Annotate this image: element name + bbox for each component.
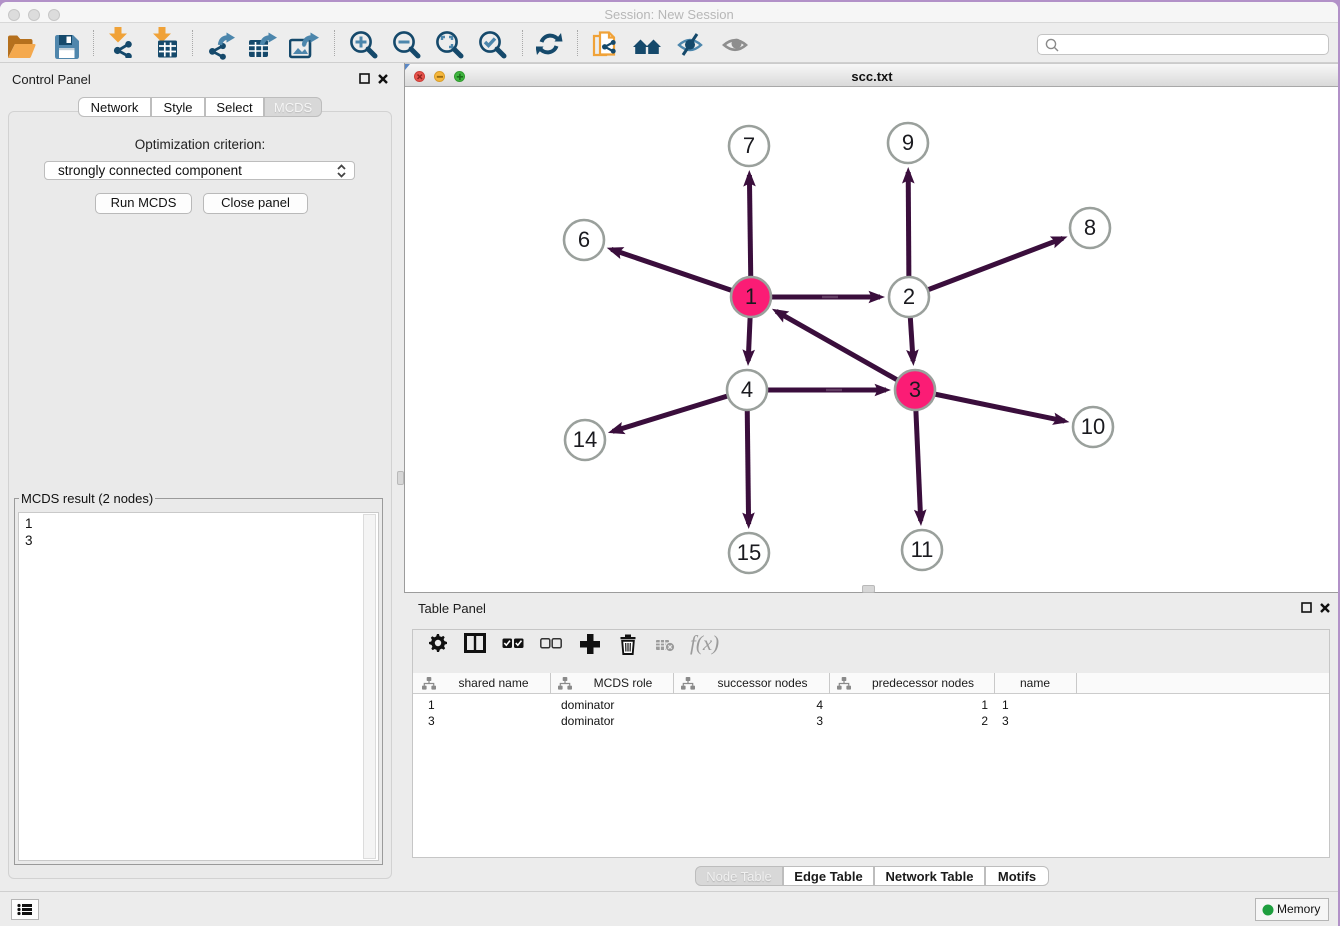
svg-text:7: 7 [743,133,755,158]
svg-text:9: 9 [902,130,914,155]
svg-text:1: 1 [745,284,757,309]
svg-text:8: 8 [1084,215,1096,240]
svg-text:3: 3 [909,377,921,402]
svg-text:14: 14 [573,427,597,452]
svg-text:11: 11 [911,537,934,562]
svg-text:6: 6 [578,227,590,252]
svg-text:10: 10 [1081,414,1105,439]
svg-text:4: 4 [741,377,753,402]
svg-text:15: 15 [737,540,761,565]
svg-text:2: 2 [903,284,915,309]
